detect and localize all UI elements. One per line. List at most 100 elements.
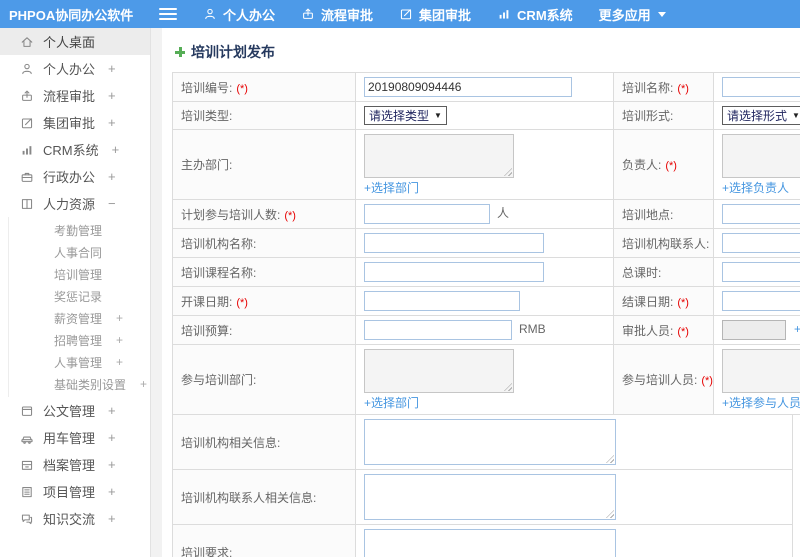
host-dept-textarea[interactable]: [364, 134, 514, 178]
sidebar-subitem-1[interactable]: 考勤管理: [0, 219, 150, 241]
sidebar-subitem-label: 人事合同: [54, 245, 103, 260]
expand-icon[interactable]: +: [108, 115, 116, 130]
sidebar-item-2[interactable]: 个人办公 +: [0, 55, 150, 82]
total-hours-input[interactable]: [722, 262, 800, 282]
collapse-icon[interactable]: −: [108, 196, 116, 211]
sidebar-subitem-8[interactable]: 基础类别设置 +: [0, 373, 150, 395]
resize-grip[interactable]: [606, 455, 614, 463]
unit-label: 人: [497, 206, 510, 221]
sidebar-item-5[interactable]: CRM系统 +: [0, 136, 150, 163]
training-no-cell: 20190809094446: [355, 72, 614, 102]
required-marker: (*): [236, 82, 248, 95]
menu-toggle-icon[interactable]: [159, 8, 177, 20]
expand-icon[interactable]: +: [116, 333, 123, 347]
sidebar-item-6[interactable]: 行政办公 +: [0, 163, 150, 190]
field-label: 培训地点:: [622, 207, 674, 222]
topnav-label: 集团审批: [419, 7, 472, 23]
topnav-item-1[interactable]: 个人办公: [203, 5, 275, 24]
join-depts-textarea[interactable]: [364, 349, 514, 393]
training-name-cell: [713, 72, 800, 102]
expand-icon[interactable]: +: [108, 88, 116, 103]
training-form-select[interactable]: 请选择形式 ▼: [722, 106, 800, 125]
required-marker: (*): [236, 296, 248, 309]
form-row: 培训预算: RMB 审批人员:(*) +选择审批人员: [172, 315, 800, 345]
field-label: 计划参与培训人数:: [181, 207, 281, 222]
topnav-item-2[interactable]: 流程审批: [301, 5, 373, 24]
planned-count-input[interactable]: [364, 204, 490, 224]
requirements-textarea[interactable]: [364, 529, 616, 557]
car-icon: [20, 431, 34, 445]
sidebar-subitem-7[interactable]: 人事管理 +: [0, 351, 150, 373]
host-dept-label: 主办部门:: [172, 129, 356, 200]
expand-icon[interactable]: +: [108, 430, 116, 445]
budget-cell: RMB: [355, 315, 614, 345]
join-people-picker-link[interactable]: +选择参与人员: [722, 396, 800, 410]
expand-icon[interactable]: +: [108, 484, 116, 499]
org-contact-info-textarea[interactable]: [364, 474, 616, 520]
approver-input[interactable]: [722, 320, 786, 340]
book-icon: [20, 197, 34, 211]
required-marker: (*): [677, 325, 689, 338]
sidebar-subitem-2[interactable]: 人事合同: [0, 241, 150, 263]
resize-grip[interactable]: [504, 168, 512, 176]
approver-picker-link[interactable]: +选择审批人员: [794, 322, 800, 336]
sidebar-subitem-6[interactable]: 招聘管理 +: [0, 329, 150, 351]
expand-icon[interactable]: +: [116, 311, 123, 325]
budget-input[interactable]: [364, 320, 512, 340]
end-date-label: 结课日期: (*): [613, 286, 714, 316]
sidebar-item-11[interactable]: 项目管理 +: [0, 478, 150, 505]
sidebar-item-4[interactable]: 集团审批 +: [0, 109, 150, 136]
sidebar-item-label: 公文管理: [43, 404, 96, 419]
course-name-input[interactable]: [364, 262, 544, 282]
topbar: PHPOA协同办公软件 个人办公 流程审批 集团审批 CRM系统 更多应用: [0, 0, 800, 28]
start-date-input[interactable]: [364, 291, 520, 311]
host-dept-picker-link[interactable]: +选择部门: [364, 181, 419, 195]
expand-icon[interactable]: +: [108, 511, 116, 526]
join-depts-picker-link[interactable]: +选择部门: [364, 396, 419, 410]
training-name-input[interactable]: [722, 77, 800, 97]
training-form-cell: 请选择形式 ▼: [713, 101, 800, 130]
expand-icon[interactable]: +: [108, 403, 116, 418]
sidebar-item-12[interactable]: 知识交流 +: [0, 505, 150, 532]
expand-icon[interactable]: +: [112, 142, 120, 157]
form-row: 参与培训部门: +选择部门 参与培训人员: (*) +选择参与人员: [172, 344, 800, 415]
training-no-input[interactable]: 20190809094446: [364, 77, 572, 97]
sidebar-item-1[interactable]: 个人桌面: [0, 28, 150, 55]
topnav-item-5[interactable]: 更多应用: [599, 5, 666, 24]
leader-textarea[interactable]: [722, 134, 800, 178]
planned-count-cell: 人: [355, 199, 614, 229]
org-name-input[interactable]: [364, 233, 544, 253]
training-name-label: 培训名称: (*): [613, 72, 714, 102]
resize-grip[interactable]: [504, 383, 512, 391]
expand-icon[interactable]: +: [108, 61, 116, 76]
expand-icon[interactable]: +: [116, 355, 123, 369]
sidebar-item-8[interactable]: 公文管理 +: [0, 397, 150, 424]
join-people-textarea[interactable]: [722, 349, 800, 393]
required-marker: (*): [284, 209, 296, 222]
topnav-item-3[interactable]: 集团审批: [399, 5, 471, 24]
field-label: 负责人:: [622, 158, 662, 172]
training-type-label: 培训类型:: [172, 101, 356, 130]
sidebar-item-9[interactable]: 用车管理 +: [0, 424, 150, 451]
training-type-select[interactable]: 请选择类型 ▼: [364, 106, 447, 125]
field-label: 培训名称:: [622, 80, 674, 95]
main-content: 培训计划发布 培训编号: (*) 20190809094446 培训名称: (*) 培训类…: [162, 28, 800, 557]
end-date-input[interactable]: [722, 291, 800, 311]
expand-icon[interactable]: +: [108, 169, 116, 184]
leader-picker-link[interactable]: +选择负责人: [722, 181, 789, 195]
org-contact-input[interactable]: [722, 233, 800, 253]
sidebar-item-3[interactable]: 流程审批 +: [0, 82, 150, 109]
sidebar-item-7[interactable]: 人力资源 −: [0, 190, 150, 217]
expand-icon[interactable]: +: [108, 457, 116, 472]
org-info-textarea[interactable]: [364, 419, 616, 465]
topnav-item-4[interactable]: CRM系统: [497, 5, 573, 24]
expand-icon[interactable]: +: [140, 377, 147, 391]
sidebar-subitem-3[interactable]: 培训管理: [0, 263, 150, 285]
location-input[interactable]: [722, 204, 800, 224]
sidebar-item-10[interactable]: 档案管理 +: [0, 451, 150, 478]
resize-grip[interactable]: [606, 510, 614, 518]
page-header: 培训计划发布: [174, 42, 800, 62]
sidebar-subitem-4[interactable]: 奖惩记录: [0, 285, 150, 307]
sidebar-subitem-5[interactable]: 薪资管理 +: [0, 307, 150, 329]
leader-label: 负责人: (*): [613, 129, 714, 200]
